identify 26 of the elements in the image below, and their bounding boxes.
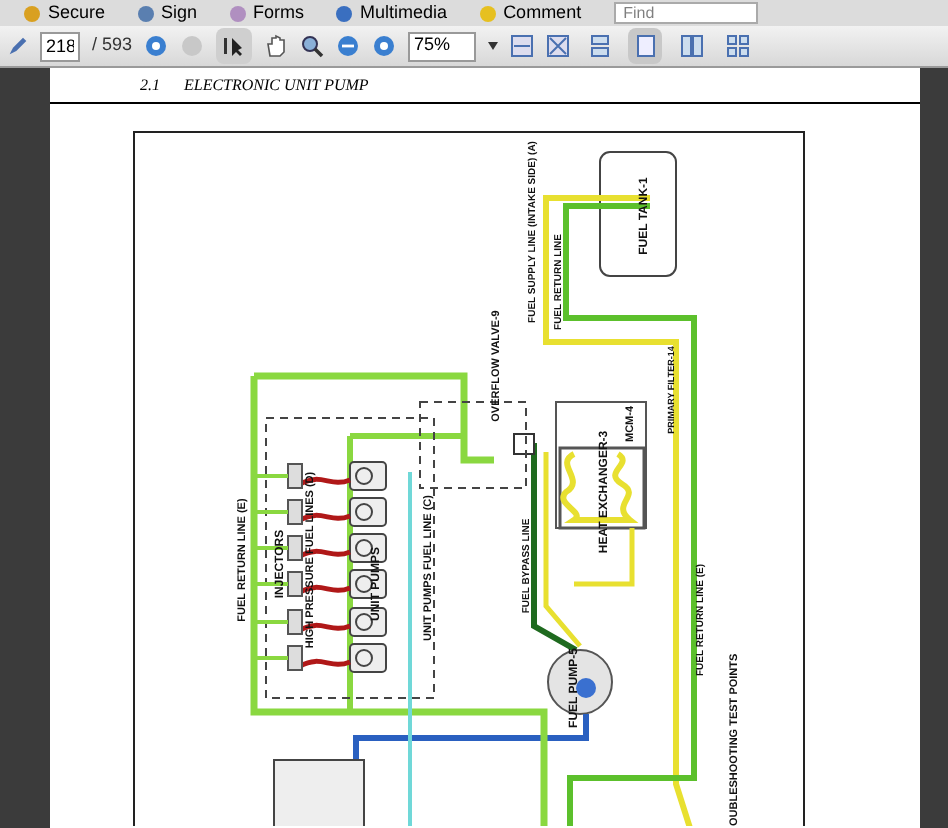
toolbar-button[interactable]: Sign: [137, 4, 198, 22]
caret-icon: [488, 42, 499, 50]
fit-width-icon[interactable]: [510, 34, 535, 58]
zoom-out-icon[interactable]: [336, 34, 361, 58]
next-page-icon[interactable]: [144, 34, 169, 58]
page-layout-icon: [679, 34, 704, 58]
page-layout-button[interactable]: [628, 28, 663, 64]
cursor-icon[interactable]: [222, 34, 247, 58]
section-heading: ELECTRONIC UNIT PUMP: [184, 73, 369, 97]
select-tool-button[interactable]: [216, 28, 253, 64]
zoom-marquee-icon[interactable]: [300, 34, 325, 58]
toolbar-button[interactable]: Secure: [24, 4, 106, 22]
fit-page-icon[interactable]: [546, 34, 571, 58]
find-field[interactable]: Find: [613, 2, 758, 24]
toolbar-button[interactable]: Comment: [479, 4, 582, 22]
zoom-level-dropdown[interactable]: 75%: [408, 31, 477, 61]
zoom-in-icon[interactable]: [372, 34, 397, 58]
toolbar-button[interactable]: Forms: [229, 4, 305, 22]
toolbar-button[interactable]: Multimedia: [336, 4, 448, 22]
page-layout-icon: [633, 34, 658, 58]
page-layout-icon: [587, 34, 612, 58]
section-number: 2.1: [140, 73, 160, 97]
pencil-icon[interactable]: [8, 34, 28, 58]
page-layout-icon: [725, 34, 750, 58]
page-count: / 593: [92, 32, 133, 59]
hand-icon[interactable]: [264, 34, 289, 58]
